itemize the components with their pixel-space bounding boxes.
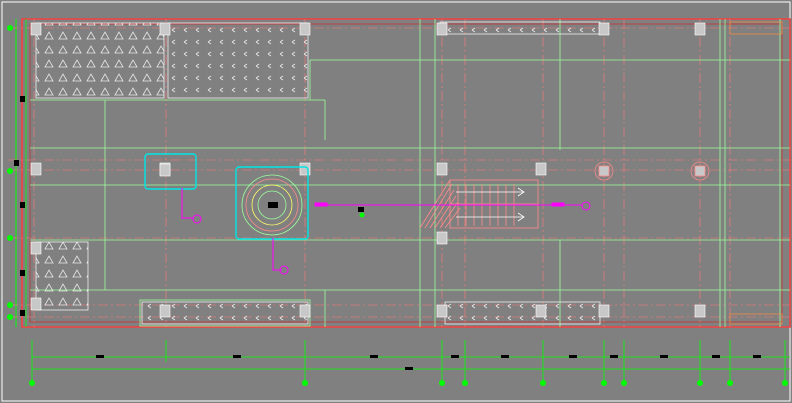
column [436, 231, 448, 245]
hatch-panel [439, 21, 601, 35]
column [299, 22, 311, 36]
staircase [419, 179, 539, 229]
hatch-panel [729, 313, 783, 325]
column [598, 304, 610, 318]
hatch-panel [444, 301, 601, 325]
column [436, 22, 448, 36]
dimension-bubbles [29, 380, 788, 386]
column [159, 304, 171, 318]
hatch-panel [167, 22, 309, 99]
bottom-dimensions [31, 340, 790, 383]
hatch-panel [35, 22, 165, 99]
column [30, 241, 42, 255]
cad-floor-plan [1, 1, 791, 402]
column [535, 162, 547, 176]
marker [358, 207, 364, 212]
pipe-lines [181, 188, 591, 275]
hatch-panels [35, 21, 783, 325]
column [694, 22, 706, 36]
column [30, 22, 42, 36]
fixture-small [144, 153, 197, 190]
column [694, 304, 706, 318]
column [159, 22, 171, 36]
column [30, 162, 42, 176]
pipe-node [192, 214, 202, 224]
column [299, 304, 311, 318]
pipe-node [581, 201, 591, 211]
column [598, 22, 610, 36]
marker [359, 212, 365, 218]
round-columns [594, 161, 710, 181]
hatch-panel [35, 241, 89, 311]
fixture-large [235, 166, 309, 240]
column [30, 297, 42, 311]
column [436, 162, 448, 176]
column [436, 304, 448, 318]
column [535, 304, 547, 318]
